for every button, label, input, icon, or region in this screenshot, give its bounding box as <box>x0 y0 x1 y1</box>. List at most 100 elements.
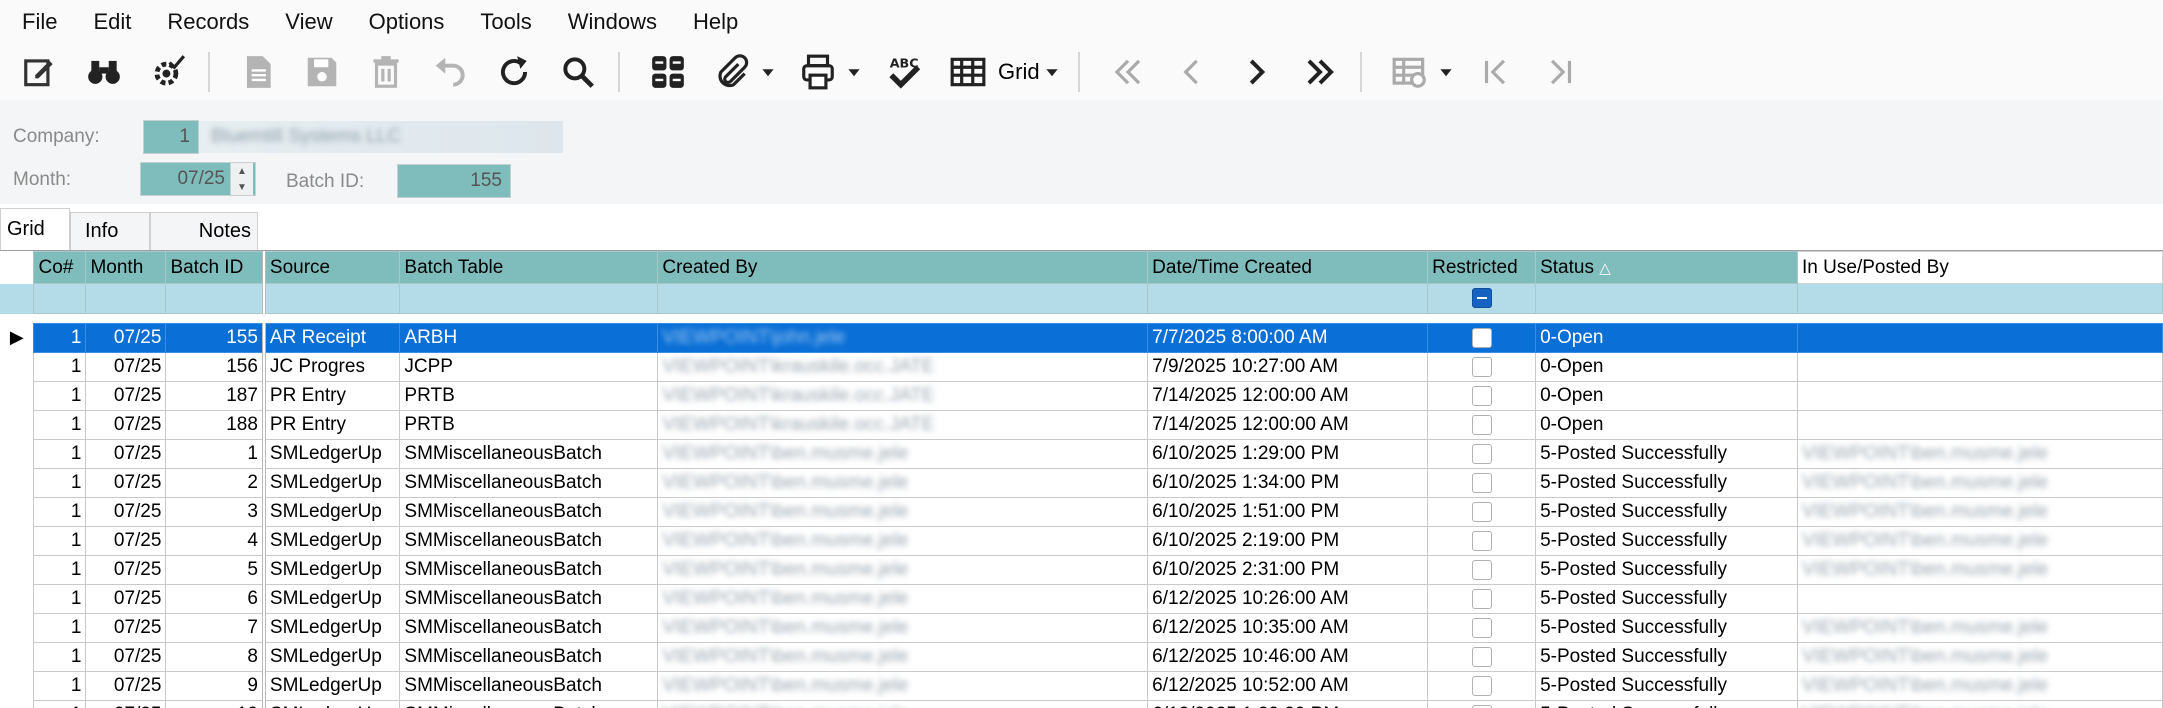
table-row[interactable]: 107/259SMLedgerUpSMMiscellaneousBatchVIE… <box>0 672 2163 701</box>
chevron-down-icon[interactable] <box>1042 48 1062 96</box>
col-header-date-created[interactable]: Date/Time Created <box>1148 252 1428 284</box>
cell-co[interactable]: 1 <box>34 672 86 701</box>
filter-in-use[interactable] <box>1798 284 2163 314</box>
table-row[interactable]: 107/252SMLedgerUpSMMiscellaneousBatchVIE… <box>0 469 2163 498</box>
cell-month[interactable]: 07/25 <box>86 353 166 382</box>
cell-in-use[interactable]: VIEWPOINT\ben.musme.jele <box>1798 498 2163 527</box>
cell-month[interactable]: 07/25 <box>86 527 166 556</box>
cell-date-created[interactable]: 6/10/2025 2:31:00 PM <box>1148 556 1428 585</box>
cell-date-created[interactable]: 7/14/2025 12:00:00 AM <box>1148 382 1428 411</box>
col-header-source[interactable]: Source <box>264 252 400 284</box>
cell-source[interactable]: JC Progres <box>264 353 400 382</box>
cell-month[interactable]: 07/25 <box>86 643 166 672</box>
chevron-down-icon[interactable]: ▼ <box>231 179 253 195</box>
table-row[interactable]: 107/254SMLedgerUpSMMiscellaneousBatchVIE… <box>0 527 2163 556</box>
table-row[interactable]: 107/257SMLedgerUpSMMiscellaneousBatchVIE… <box>0 614 2163 643</box>
delete-icon[interactable] <box>362 48 410 96</box>
cell-co[interactable]: 1 <box>34 411 86 440</box>
settings-check-icon[interactable] <box>144 48 192 96</box>
cell-status[interactable]: 5-Posted Successfully <box>1536 556 1798 585</box>
cell-status[interactable]: 5-Posted Successfully <box>1536 643 1798 672</box>
cell-in-use[interactable] <box>1798 585 2163 614</box>
grid-settings-icon[interactable] <box>1386 48 1434 96</box>
menu-records[interactable]: Records <box>145 9 263 35</box>
cell-batch-id[interactable]: 4 <box>166 527 264 556</box>
cell-batch-table[interactable]: SMMiscellaneousBatch <box>400 585 658 614</box>
restricted-checkbox[interactable] <box>1472 328 1492 348</box>
cell-in-use[interactable]: VIEWPOINT\ben.musme.jele <box>1798 469 2163 498</box>
cell-date-created[interactable]: 7/9/2025 10:27:00 AM <box>1148 353 1428 382</box>
filter-source[interactable] <box>264 284 400 314</box>
table-row[interactable]: 107/255SMLedgerUpSMMiscellaneousBatchVIE… <box>0 556 2163 585</box>
cell-source[interactable]: AR Receipt <box>264 324 400 353</box>
cell-date-created[interactable]: 7/7/2025 8:00:00 AM <box>1148 324 1428 353</box>
restricted-checkbox[interactable] <box>1472 502 1492 522</box>
cell-batch-id[interactable]: 5 <box>166 556 264 585</box>
cell-source[interactable]: PR Entry <box>264 382 400 411</box>
cell-batch-id[interactable]: 187 <box>166 382 264 411</box>
cell-co[interactable]: 1 <box>34 643 86 672</box>
col-header-co[interactable]: Co# <box>34 252 86 284</box>
cell-date-created[interactable]: 6/12/2025 10:35:00 AM <box>1148 614 1428 643</box>
cell-created-by[interactable]: VIEWPOINT\ben.musme.jele <box>658 527 1148 556</box>
next-icon[interactable] <box>1232 48 1280 96</box>
col-header-in-use[interactable]: In Use/Posted By <box>1798 252 2163 284</box>
cell-date-created[interactable]: 6/12/2025 10:46:00 AM <box>1148 643 1428 672</box>
cell-batch-id[interactable]: 8 <box>166 643 264 672</box>
chevron-up-icon[interactable]: ▲ <box>231 163 253 179</box>
menu-view[interactable]: View <box>263 9 346 35</box>
cell-status[interactable]: 0-Open <box>1536 324 1798 353</box>
prev-icon[interactable] <box>1168 48 1216 96</box>
cell-restricted[interactable] <box>1428 469 1536 498</box>
cell-created-by[interactable]: VIEWPOINT\ben.musme.jele <box>658 469 1148 498</box>
filter-batch-table[interactable] <box>400 284 658 314</box>
cell-month[interactable]: 07/25 <box>86 585 166 614</box>
cell-date-created[interactable]: 6/10/2025 1:34:00 PM <box>1148 469 1428 498</box>
cell-month[interactable]: 07/25 <box>86 498 166 527</box>
cell-month[interactable]: 07/25 <box>86 440 166 469</box>
cell-status[interactable]: 5-Posted Successfully <box>1536 469 1798 498</box>
cell-status[interactable]: 5-Posted Successfully <box>1536 614 1798 643</box>
menu-windows[interactable]: Windows <box>546 9 671 35</box>
first-record-icon[interactable] <box>1472 48 1520 96</box>
cell-co[interactable]: 1 <box>34 440 86 469</box>
undo-icon[interactable] <box>426 48 474 96</box>
cell-co[interactable]: 1 <box>34 527 86 556</box>
cell-batch-table[interactable]: SMMiscellaneousBatch <box>400 643 658 672</box>
cell-date-created[interactable]: 6/10/2025 2:19:00 PM <box>1148 527 1428 556</box>
col-header-created-by[interactable]: Created By <box>658 252 1148 284</box>
cell-batch-table[interactable]: SMMiscellaneousBatch <box>400 440 658 469</box>
month-spinner[interactable]: ▲▼ <box>230 163 253 195</box>
table-row[interactable]: ▶107/25155AR ReceiptARBHVIEWPOINT\john.j… <box>0 324 2163 353</box>
restricted-checkbox[interactable] <box>1472 560 1492 580</box>
cell-month[interactable]: 07/25 <box>86 324 166 353</box>
table-row[interactable]: 107/256SMLedgerUpSMMiscellaneousBatchVIE… <box>0 585 2163 614</box>
cell-restricted[interactable] <box>1428 672 1536 701</box>
menu-edit[interactable]: Edit <box>71 9 145 35</box>
filter-month[interactable] <box>86 284 166 314</box>
cell-source[interactable]: SMLedgerUp <box>264 556 400 585</box>
cell-month[interactable]: 07/25 <box>86 411 166 440</box>
cell-restricted[interactable] <box>1428 643 1536 672</box>
refresh-icon[interactable] <box>490 48 538 96</box>
cell-created-by[interactable]: VIEWPOINT\ben.musme.jele <box>658 614 1148 643</box>
batch-id-input[interactable]: 155 <box>397 164 511 198</box>
layout-icon[interactable] <box>644 48 692 96</box>
table-row[interactable]: 107/251SMLedgerUpSMMiscellaneousBatchVIE… <box>0 440 2163 469</box>
cell-restricted[interactable] <box>1428 440 1536 469</box>
cell-in-use[interactable]: VIEWPOINT\ben.musme.jele <box>1798 672 2163 701</box>
cell-batch-id[interactable]: 6 <box>166 585 264 614</box>
cell-status[interactable]: 0-Open <box>1536 411 1798 440</box>
cell-batch-id[interactable]: 188 <box>166 411 264 440</box>
cell-batch-table[interactable]: SMMiscellaneousBatch <box>400 556 658 585</box>
new-record-icon[interactable] <box>234 48 282 96</box>
table-row[interactable]: 107/25188PR EntryPRTBVIEWPOINT\krauskile… <box>0 411 2163 440</box>
company-input[interactable]: 1 <box>143 120 199 154</box>
grid-view-icon[interactable] <box>944 48 992 96</box>
first-icon[interactable] <box>1104 48 1152 96</box>
cell-batch-id[interactable]: 7 <box>166 614 264 643</box>
cell-co[interactable]: 1 <box>34 353 86 382</box>
cell-co[interactable]: 1 <box>34 324 86 353</box>
tab-info[interactable]: Info <box>70 212 150 250</box>
cell-source[interactable]: PR Entry <box>264 411 400 440</box>
